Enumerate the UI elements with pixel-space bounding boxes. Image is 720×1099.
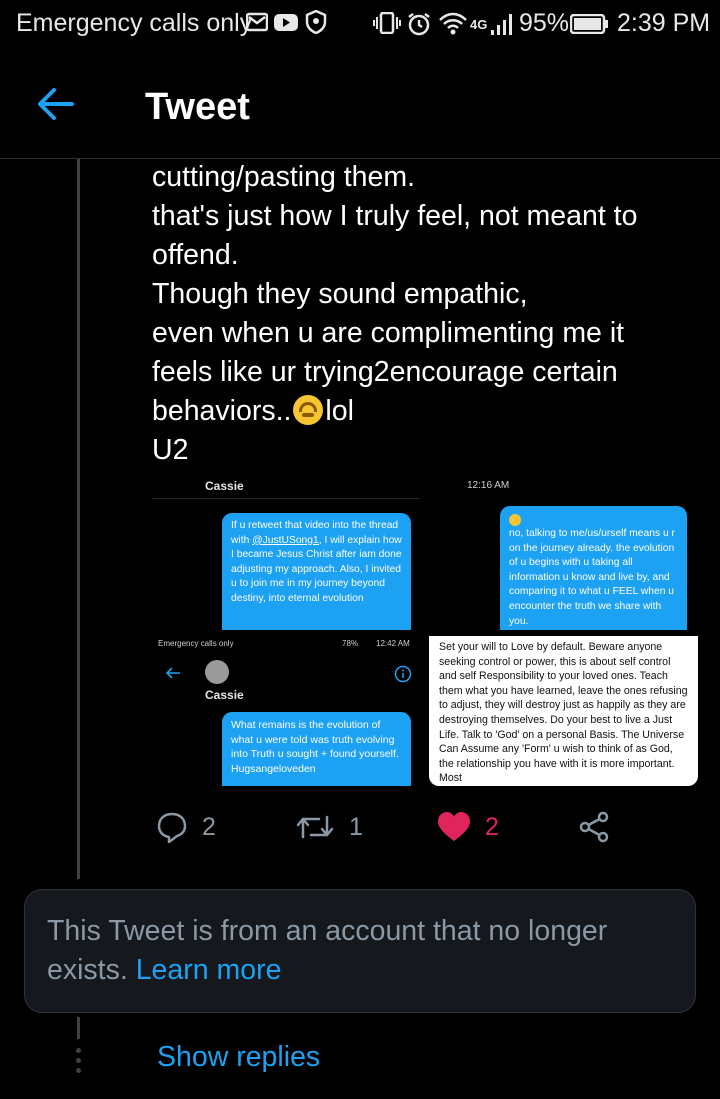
retweet-icon xyxy=(296,815,334,839)
notice-text: This Tweet is from an account that no lo… xyxy=(47,912,667,990)
shield-icon xyxy=(305,10,327,34)
bubble-text: What remains is the evolution of what u … xyxy=(231,719,399,775)
status-bar: Emergency calls only 4G 95% 2:39 PM xyxy=(0,0,720,50)
note-text: Set your will to Love by default. Beware… xyxy=(439,641,688,785)
bubble-text: no, talking to me/us/urself means u r on… xyxy=(509,528,675,627)
signal-icon xyxy=(491,14,512,35)
like-count: 2 xyxy=(485,812,499,841)
avatar xyxy=(205,660,229,684)
mini-time: 12:42 AM xyxy=(376,639,410,648)
thread-line-continued xyxy=(77,1017,80,1039)
reply-icon xyxy=(157,812,187,843)
clock: 2:39 PM xyxy=(617,9,711,37)
chat-bubble: If u retweet that video into the thread … xyxy=(222,513,411,630)
mention-link: @JustUSong1 xyxy=(252,534,319,546)
learn-more-link[interactable]: Learn more xyxy=(136,954,282,986)
screenshot-chat-1: Cassie 12:16 AM If u retweet that video … xyxy=(152,470,698,630)
battery-percent: 95% xyxy=(519,9,570,37)
share-icon xyxy=(579,811,609,843)
chat-time: 12:16 AM xyxy=(467,480,510,491)
thinking-face-icon xyxy=(509,514,521,526)
tweet-line: offend. xyxy=(152,239,239,271)
deleted-account-notice: This Tweet is from an account that no lo… xyxy=(24,889,696,1013)
youtube-icon xyxy=(274,14,298,31)
mini-battery: 78% xyxy=(342,639,359,648)
vibrate-icon xyxy=(373,12,401,34)
reply-button[interactable]: 2 xyxy=(156,805,216,849)
retweet-count: 1 xyxy=(349,812,363,841)
tweet-line: Though they sound empathic, xyxy=(152,278,528,310)
network-type: 4G xyxy=(470,17,488,32)
mini-back-arrow-icon xyxy=(165,667,180,679)
thread-dot xyxy=(76,1058,81,1063)
thread-dot xyxy=(76,1068,81,1073)
reply-count: 2 xyxy=(202,812,216,841)
chat-bubble: What remains is the evolution of what u … xyxy=(222,712,411,786)
show-replies-link[interactable]: Show replies xyxy=(157,1041,320,1074)
tweet-line: behaviors.. lol xyxy=(152,392,692,431)
chat-contact-name: Cassie xyxy=(205,688,244,702)
tweet-line: even when u are complimenting me it xyxy=(152,317,625,349)
screenshot-chat-2: Emergency calls only 78% 12:42 AM Cassie… xyxy=(152,630,422,786)
tweet-line: that's just how I truly feel, not meant … xyxy=(152,200,638,232)
app-header: Tweet xyxy=(0,50,720,159)
heart-icon xyxy=(438,812,470,841)
tweet-media[interactable]: Cassie 12:16 AM If u retweet that video … xyxy=(152,470,698,786)
mini-status-left: Emergency calls only xyxy=(158,639,234,648)
alarm-icon xyxy=(408,13,430,36)
page-title: Tweet xyxy=(145,86,250,128)
chat-divider xyxy=(152,498,420,499)
thread-dot xyxy=(76,1048,81,1053)
upside-down-face-icon xyxy=(293,395,324,425)
carrier-text: Emergency calls only xyxy=(16,9,253,37)
battery-icon xyxy=(570,14,608,34)
tweet-line-suffix: lol xyxy=(325,395,354,427)
tweet-text: cutting/pasting them. that's just how I … xyxy=(152,158,692,470)
tweet-actions: 2 1 2 xyxy=(152,805,632,849)
retweet-button[interactable]: 1 xyxy=(295,805,363,849)
thread-line xyxy=(77,159,80,879)
notice-message: This Tweet is from an account that no lo… xyxy=(47,915,608,986)
back-arrow-icon[interactable] xyxy=(36,84,76,124)
tweet-line: cutting/pasting them. xyxy=(152,161,415,193)
screenshot-note: Set your will to Love by default. Beware… xyxy=(429,636,698,786)
tweet-line-text: behaviors.. xyxy=(152,395,292,427)
like-button[interactable]: 2 xyxy=(437,805,499,849)
info-icon xyxy=(394,665,412,683)
tweet-line: U2 xyxy=(152,434,189,466)
wifi-icon xyxy=(439,12,467,35)
gmail-icon xyxy=(246,12,268,32)
tweet-line: feels like ur trying2encourage certain xyxy=(152,356,618,388)
chat-bubble: no, talking to me/us/urself means u r on… xyxy=(500,506,687,630)
share-button[interactable] xyxy=(578,805,610,849)
chat-contact-name: Cassie xyxy=(205,479,244,493)
